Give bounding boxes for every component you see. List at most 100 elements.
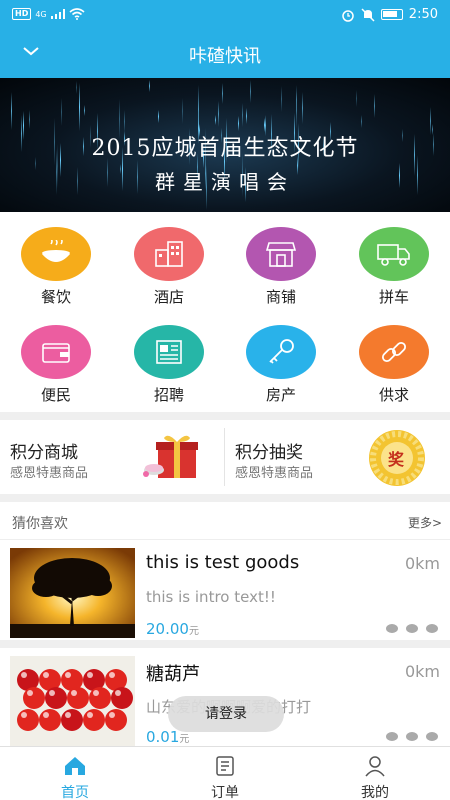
points-mall[interactable]: 积分商城 感恩特惠商品: [0, 420, 225, 494]
more-options-icon[interactable]: [386, 624, 438, 633]
lottery-badge-text: 奖: [388, 450, 405, 469]
tab-label: 我的: [361, 785, 389, 800]
category-hotel[interactable]: 酒店: [113, 212, 225, 306]
banner-line2: 群星演唱会: [155, 170, 295, 194]
status-bar: HD 4G 2:50: [0, 0, 450, 30]
product-price-unit: 元: [188, 626, 199, 637]
product-name: 糖葫芦: [146, 664, 200, 685]
category-realestate[interactable]: 房产: [225, 310, 337, 404]
haw-highlight: [109, 672, 115, 678]
network-type: 4G: [35, 9, 47, 19]
product-item[interactable]: this is test goods 0km this is intro tex…: [0, 540, 450, 640]
category-food[interactable]: 餐饮: [0, 212, 112, 306]
more-link[interactable]: 更多>: [408, 514, 442, 531]
rain-streak: [61, 98, 62, 126]
order-list-icon: [216, 756, 234, 776]
haw-highlight: [43, 672, 49, 678]
category-label: 商铺: [265, 288, 296, 306]
rain-streak: [198, 85, 199, 134]
points-section: 积分商城 感恩特惠商品 积分抽奖 感恩特惠商品 奖: [0, 420, 450, 494]
hotel-icon: [134, 227, 204, 281]
haw-highlight: [71, 690, 77, 696]
clock: 2:50: [408, 7, 438, 22]
login-toast: 请登录: [168, 696, 284, 732]
bottom-tab-bar: 首页 订单 我的: [0, 746, 450, 800]
user-icon: [365, 756, 385, 777]
title-bar: 咔碴快讯: [0, 30, 450, 78]
category-label: 拼车: [378, 288, 409, 306]
category-label: 招聘: [153, 386, 184, 404]
points-mall-title: 积分商城: [10, 443, 78, 463]
points-mall-subtitle: 感恩特惠商品: [10, 466, 89, 481]
haw-fruit: [61, 709, 83, 731]
haw-highlight: [87, 712, 93, 718]
category-jobs[interactable]: 招聘: [113, 310, 225, 404]
food-bowl-icon: [21, 227, 91, 281]
product-thumbnail-tree: [10, 548, 135, 638]
product-intro: this is intro text!!: [146, 588, 276, 606]
haw-fruit: [45, 687, 67, 709]
product-distance: 0km: [404, 662, 440, 681]
haw-fruit: [23, 687, 45, 709]
haw-fruit: [89, 687, 111, 709]
haw-fruit: [111, 687, 133, 709]
rain-streak: [250, 80, 251, 103]
recommend-title: 猜你喜欢: [12, 516, 68, 532]
product-price: 20.00元: [146, 620, 199, 638]
category-service[interactable]: 便民: [0, 310, 112, 404]
rain-streak: [374, 94, 375, 118]
battery-icon: [380, 9, 403, 20]
truck-icon: [359, 227, 429, 281]
category-shop[interactable]: 商铺: [225, 212, 337, 306]
signal-icon: [50, 9, 65, 19]
product-price-unit: 元: [179, 734, 190, 745]
haw-fruit: [17, 709, 39, 731]
category-carpool[interactable]: 拼车: [338, 212, 450, 306]
hd-badge: HD: [12, 8, 32, 20]
page-title: 咔碴快讯: [189, 46, 261, 67]
more-options-icon[interactable]: [386, 732, 438, 741]
haw-fruit: [105, 709, 127, 731]
haw-highlight: [109, 712, 115, 718]
rain-streak: [361, 115, 362, 128]
tab-home[interactable]: 首页: [0, 747, 150, 800]
haw-fruit: [83, 709, 105, 731]
rain-streak: [222, 83, 223, 104]
rain-streak: [296, 92, 297, 129]
recommend-header: 猜你喜欢 更多>: [0, 502, 450, 540]
shop-icon: [246, 227, 316, 281]
haw-highlight: [21, 672, 27, 678]
rain-streak: [76, 81, 77, 94]
haw-highlight: [93, 690, 99, 696]
rain-streak: [29, 110, 30, 129]
product-distance: 0km: [404, 554, 440, 573]
tab-label: 订单: [211, 785, 239, 800]
category-label: 便民: [40, 386, 71, 404]
rain-streak: [238, 116, 239, 131]
points-lottery-subtitle: 感恩特惠商品: [235, 466, 314, 481]
haw-highlight: [49, 690, 55, 696]
rain-streak: [182, 98, 183, 124]
rain-streak: [246, 108, 247, 124]
gift-box-icon: [143, 435, 198, 478]
points-lottery[interactable]: 积分抽奖 感恩特惠商品 奖: [225, 420, 450, 494]
rain-streak: [84, 105, 85, 116]
newspaper-icon: [134, 325, 204, 379]
haw-highlight: [87, 672, 93, 678]
tab-orders[interactable]: 订单: [150, 747, 300, 800]
rain-streak: [242, 103, 243, 127]
tab-mine[interactable]: 我的: [300, 747, 450, 800]
haw-highlight: [43, 712, 49, 718]
link-icon: [359, 325, 429, 379]
category-supply[interactable]: 供求: [338, 310, 450, 404]
haw-highlight: [65, 672, 71, 678]
alarm-icon: [342, 9, 354, 22]
haw-fruit: [67, 687, 89, 709]
category-label: 酒店: [153, 288, 184, 306]
rain-streak: [281, 86, 282, 112]
key-icon: [246, 325, 316, 379]
wallet-icon: [21, 325, 91, 379]
product-thumbnail-candied-haws: [10, 656, 135, 746]
banner[interactable]: 2015应城首届生态文化节 群星演唱会: [0, 78, 450, 212]
rain-streak: [79, 83, 80, 131]
